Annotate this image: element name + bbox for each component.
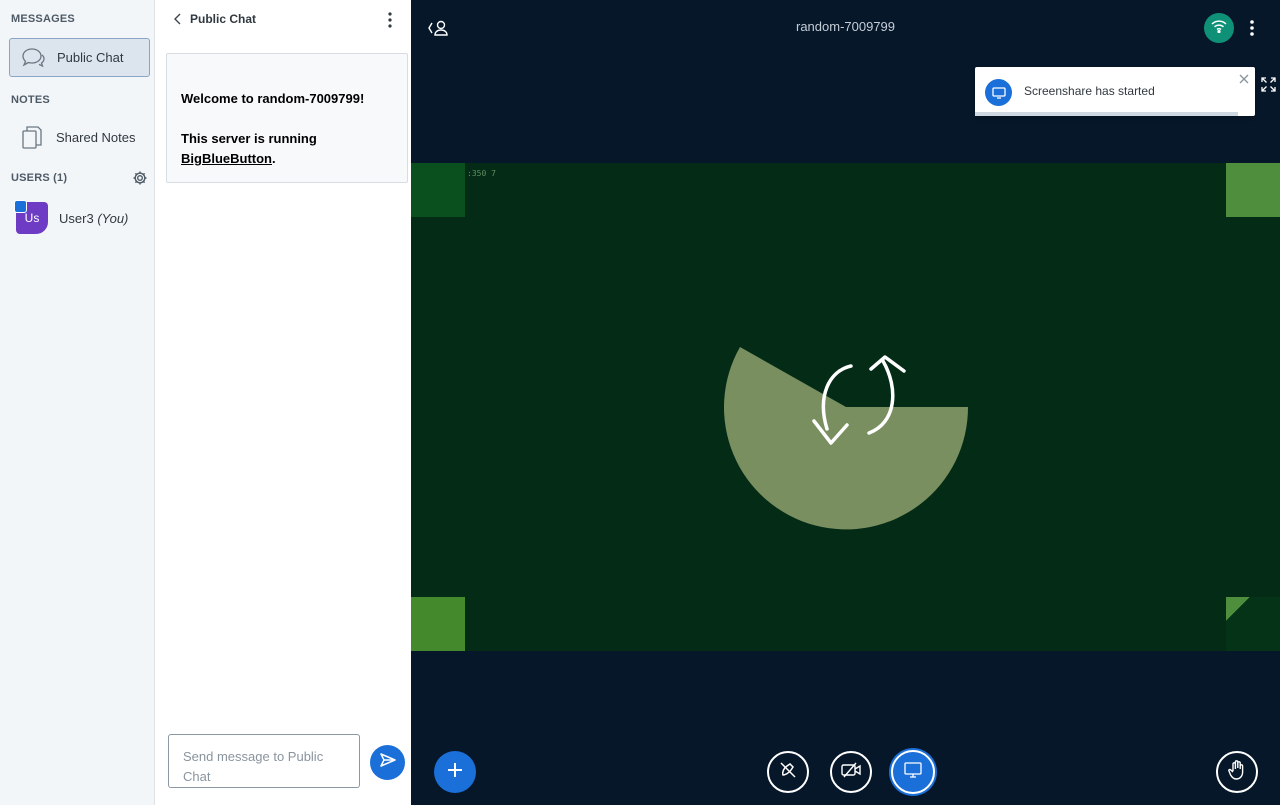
close-icon[interactable]	[1238, 72, 1250, 84]
actions-button[interactable]	[434, 751, 476, 793]
messages-section-title: MESSAGES	[11, 13, 75, 25]
server-line: This server is running	[181, 131, 317, 146]
bigbluebutton-link[interactable]: BigBlueButton	[181, 151, 272, 166]
server-end: .	[271, 151, 276, 166]
user-list-sidebar: MESSAGES Public Chat NOTES Shared Notes …	[0, 0, 155, 805]
users-section-title: USERS (1)	[11, 172, 68, 184]
shared-notes-label: Shared Notes	[56, 130, 136, 145]
avatar: Us	[14, 200, 48, 234]
desktop-icon	[985, 79, 1012, 106]
screenshare-video: :350 7	[411, 163, 1280, 651]
main-area: random-7009799 Screenshare has started:…	[411, 0, 1280, 805]
welcome-line: Welcome to random-7009799!	[181, 89, 393, 109]
toast-message: Screenshare has started	[1024, 84, 1155, 98]
presenter-icon	[14, 200, 27, 213]
copy-document-icon	[17, 123, 47, 153]
welcome-message: Welcome to random-7009799! This server i…	[166, 53, 408, 183]
screen-corner-bottom-right	[1226, 597, 1280, 651]
kebab-icon[interactable]	[383, 11, 397, 29]
send-button[interactable]	[370, 745, 405, 780]
hand-icon	[1227, 759, 1247, 786]
public-chat-item[interactable]: Public Chat	[9, 38, 150, 77]
user-name-text: User3	[59, 210, 94, 226]
screenshare-button[interactable]	[891, 750, 935, 794]
user-name: User3 (You)	[59, 211, 128, 226]
welcome-suffix: !	[359, 91, 365, 106]
notes-section-title: NOTES	[11, 94, 50, 106]
send-icon	[379, 752, 397, 773]
desktop-icon	[904, 761, 922, 783]
screen-corner-top-right	[1226, 163, 1280, 217]
welcome-meeting-name: random-7009799	[257, 91, 360, 106]
public-chat-label: Public Chat	[57, 50, 124, 65]
chevron-left-icon[interactable]	[172, 12, 184, 26]
options-kebab-icon[interactable]	[1245, 18, 1259, 38]
chat-title[interactable]: Public Chat	[190, 12, 256, 26]
toast-progress-bar	[975, 112, 1239, 116]
wifi-icon	[1211, 19, 1227, 38]
screen-corner-text: :350 7	[467, 169, 496, 178]
mic-off-icon	[778, 760, 798, 785]
plus-icon	[446, 761, 464, 784]
screen-corner-bottom-left	[411, 597, 465, 651]
shared-screen-graphic	[724, 347, 969, 530]
screenshare-toast: Screenshare has started	[975, 67, 1255, 116]
camera-off-icon	[841, 762, 861, 783]
expand-icon[interactable]	[1261, 77, 1276, 92]
chat-message-input[interactable]: Send message to Public Chat	[168, 734, 360, 788]
user-list-item[interactable]: Us User3 (You)	[14, 200, 128, 234]
connection-status-button[interactable]	[1204, 13, 1234, 43]
gear-icon[interactable]	[132, 170, 148, 186]
screen-corner-top-left	[411, 163, 465, 217]
shared-notes-item[interactable]: Shared Notes	[9, 118, 150, 157]
chat-panel: Public Chat Welcome to random-7009799! T…	[155, 0, 411, 805]
welcome-prefix: Welcome to	[181, 91, 258, 106]
chat-bubbles-icon	[18, 43, 48, 73]
meeting-title: random-7009799	[795, 19, 896, 34]
avatar-initials: Us	[24, 211, 40, 225]
chat-header: Public Chat	[155, 0, 411, 40]
join-audio-button[interactable]	[767, 751, 809, 793]
raise-hand-button[interactable]	[1216, 751, 1258, 793]
you-label: (You)	[97, 210, 129, 226]
join-video-button[interactable]	[830, 751, 872, 793]
